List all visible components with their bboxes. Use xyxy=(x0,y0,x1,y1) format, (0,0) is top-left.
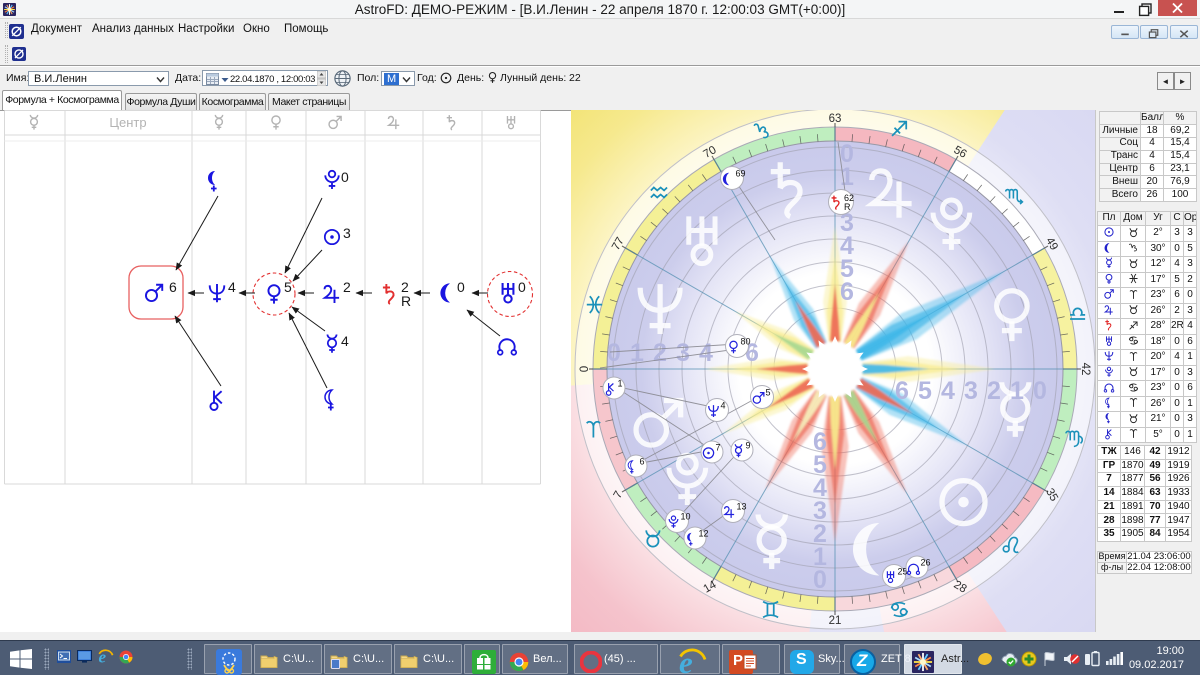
svg-text:1: 1 xyxy=(1010,377,1024,405)
svg-text:R: R xyxy=(401,293,411,309)
svg-text:6: 6 xyxy=(640,457,645,467)
svg-text:80: 80 xyxy=(741,337,751,347)
svg-text:6: 6 xyxy=(895,377,909,405)
svg-text:0: 0 xyxy=(579,366,591,372)
svg-text:13: 13 xyxy=(737,502,747,512)
svg-text:3: 3 xyxy=(343,225,351,241)
svg-text:0: 0 xyxy=(813,566,827,594)
svg-text:3: 3 xyxy=(964,377,978,405)
svg-text:69: 69 xyxy=(736,169,746,179)
svg-text:R: R xyxy=(844,202,851,212)
svg-text:10: 10 xyxy=(681,512,691,522)
svg-text:0: 0 xyxy=(518,279,526,295)
svg-text:63: 63 xyxy=(829,113,842,125)
svg-text:12: 12 xyxy=(699,529,709,539)
svg-text:4: 4 xyxy=(721,401,726,411)
svg-text:0: 0 xyxy=(1033,377,1047,405)
svg-text:4: 4 xyxy=(228,279,236,295)
svg-text:Центр: Центр xyxy=(109,115,146,130)
svg-text:21: 21 xyxy=(829,615,842,627)
svg-text:5: 5 xyxy=(766,388,771,398)
svg-text:42: 42 xyxy=(1079,363,1091,376)
svg-text:26: 26 xyxy=(921,558,931,568)
svg-text:5: 5 xyxy=(284,279,292,295)
svg-text:6: 6 xyxy=(169,279,177,295)
svg-text:2: 2 xyxy=(987,377,1001,405)
svg-text:0: 0 xyxy=(607,339,621,367)
svg-text:2: 2 xyxy=(343,279,351,295)
svg-text:0: 0 xyxy=(341,169,349,185)
svg-text:2: 2 xyxy=(653,339,667,367)
svg-text:1: 1 xyxy=(618,379,623,389)
svg-text:4: 4 xyxy=(341,333,349,349)
svg-text:1: 1 xyxy=(840,163,854,191)
svg-text:3: 3 xyxy=(676,339,690,367)
svg-text:5: 5 xyxy=(918,377,932,405)
svg-text:0: 0 xyxy=(457,279,465,295)
svg-text:9: 9 xyxy=(746,441,751,451)
svg-text:6: 6 xyxy=(840,278,854,306)
svg-text:4: 4 xyxy=(941,377,955,405)
svg-text:7: 7 xyxy=(716,443,721,453)
